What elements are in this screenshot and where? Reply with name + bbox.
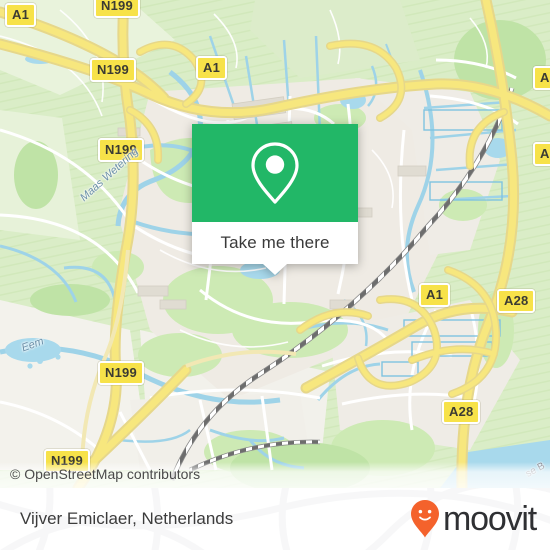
road-shield: N199 [90,58,136,82]
location-callout-card[interactable]: Take me there [192,124,358,275]
road-shield: A28 [533,142,550,166]
road-shield: A28 [533,66,550,90]
moovit-location-card-screenshot: A1 N199 N199 A1 N199 A28 A28 A1 A28 N199… [0,0,550,550]
road-shield: A28 [497,289,536,313]
road-shield: N199 [44,449,90,473]
take-me-there-label: Take me there [220,233,330,252]
moovit-wordmark: moovit [443,500,537,538]
card-icon-area [192,124,358,222]
road-shield: A1 [419,283,451,307]
map-pin-icon [251,142,299,204]
take-me-there-button[interactable]: Take me there [192,222,358,275]
road-shield: N199 [98,361,144,385]
road-shield: A1 [5,3,37,27]
road-shield: A1 [196,56,228,80]
road-shield: A28 [442,400,481,424]
moovit-smiley-pin-icon [411,500,440,538]
page-title: Vijver Emiclaer, Netherlands [20,509,234,528]
moovit-brand[interactable]: moovit [410,499,537,539]
callout-tail [263,264,287,275]
footer-bar: Vijver Emiclaer, Netherlands moovit [0,488,550,550]
road-shield: N199 [94,0,140,18]
